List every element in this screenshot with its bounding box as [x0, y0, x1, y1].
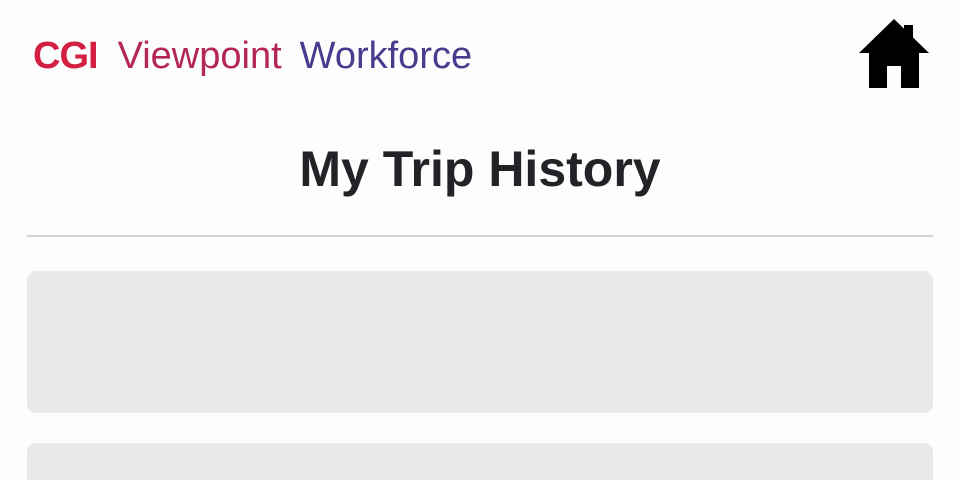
logo-brand-text: CGI — [33, 35, 99, 77]
trip-card-placeholder[interactable] — [27, 443, 933, 480]
logo-product-primary-text: Viewpoint — [117, 35, 282, 77]
trip-history-page: CGI Viewpoint Workforce My Trip History — [0, 0, 960, 480]
logo-product-secondary-text: Workforce — [299, 35, 473, 77]
home-icon — [859, 19, 929, 88]
title-divider — [27, 235, 933, 237]
app-logo: CGI Viewpoint Workforce — [33, 34, 472, 78]
trip-card-placeholder[interactable] — [27, 271, 933, 413]
page-title: My Trip History — [299, 141, 661, 197]
home-button[interactable] — [858, 16, 930, 90]
